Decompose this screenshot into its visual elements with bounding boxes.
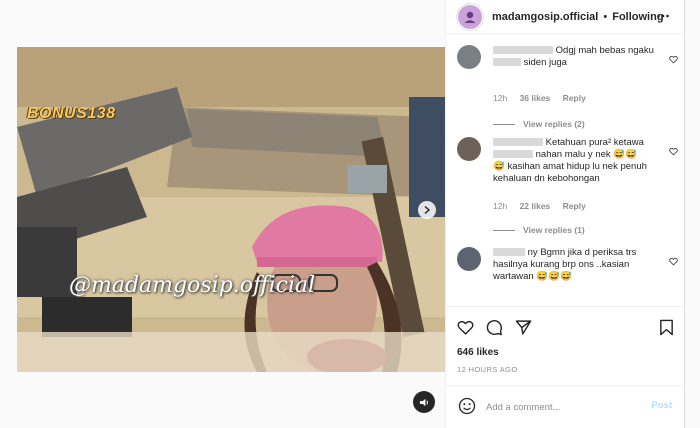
carousel-next-button[interactable] [418, 201, 436, 219]
video-frame [17, 47, 445, 372]
comment-button[interactable] [486, 319, 503, 341]
post-comment-button[interactable]: Post [651, 400, 672, 411]
header-separator: • [603, 10, 608, 23]
view-replies-button[interactable]: View replies (1) [493, 225, 585, 235]
replies-divider [493, 229, 515, 231]
commenter-avatar[interactable] [457, 45, 481, 69]
post-media[interactable]: BONUS138 @madamgosip.official [17, 47, 445, 372]
speaker-icon [419, 398, 428, 406]
media-footer-space [0, 372, 445, 428]
comment-text: ny Bgmn jika d periksa trs hasilnya kura… [493, 247, 663, 283]
comment-likes[interactable]: 22 likes [520, 201, 551, 211]
comment-text: Ketahuan pura² ketawa nahan malu y nek 😅… [493, 137, 663, 185]
comment-text: Odgj mah bebas ngaku siden juga [493, 45, 663, 69]
profile-logo-icon [464, 11, 476, 23]
redacted-username [493, 138, 543, 147]
save-post-button[interactable] [659, 319, 674, 341]
comments-list[interactable]: Odgj mah bebas ngaku siden juga 12h 36 l… [446, 35, 684, 305]
reply-button[interactable]: Reply [563, 93, 586, 103]
comment-meta: 12h 36 likes Reply [493, 93, 596, 103]
post-viewer: BONUS138 @madamgosip.official madamgosip… [0, 0, 700, 428]
bookmark-icon [660, 319, 673, 336]
heart-icon [669, 257, 678, 266]
more-horizontal-icon [657, 14, 669, 18]
comment-text-line-1: Odgj mah bebas ngaku [555, 45, 654, 56]
comment-bubble-icon [486, 319, 503, 336]
commenter-avatar[interactable] [457, 247, 481, 271]
comment-text-line-2: nahan malu y nek 😅😅 [535, 149, 637, 160]
like-comment-button[interactable] [669, 253, 678, 271]
emoji-picker-button[interactable] [458, 397, 476, 420]
like-comment-button[interactable] [669, 51, 678, 69]
avatar [458, 4, 482, 29]
post-header: madamgosip.official • Following [446, 0, 684, 34]
chevron-right-icon [424, 205, 431, 215]
comment-text-line-3: 😅 kasihan amat hidup lu nek penuh kehalu… [493, 161, 647, 184]
view-replies-button[interactable]: View replies (2) [493, 119, 585, 129]
comment-meta: 12h 22 likes Reply [493, 201, 596, 211]
redacted-text [493, 58, 521, 67]
redacted-username [493, 248, 525, 257]
comment-time: 12h [493, 201, 508, 211]
comment-time: 12h [493, 93, 508, 103]
comment-text-line-1: Ketahuan pura² ketawa [545, 137, 644, 148]
likes-count[interactable]: 646 likes [457, 347, 499, 358]
view-replies-label: View replies (2) [523, 119, 585, 129]
reply-button[interactable]: Reply [563, 201, 586, 211]
heart-icon [669, 55, 678, 64]
comment-likes[interactable]: 36 likes [520, 93, 551, 103]
author-avatar[interactable] [456, 2, 484, 31]
post-timestamp[interactable]: 12 HOURS AGO [457, 365, 518, 374]
view-replies-label: View replies (1) [523, 225, 585, 235]
media-watermark: @madamgosip.official [69, 273, 316, 298]
audio-toggle-button[interactable] [413, 391, 435, 413]
comment-composer: Post [446, 385, 684, 427]
replies-divider [493, 123, 515, 125]
heart-icon [457, 320, 474, 335]
redacted-text [493, 150, 533, 159]
commenter-avatar[interactable] [457, 137, 481, 161]
redacted-username [493, 46, 553, 55]
add-comment-input[interactable] [486, 398, 636, 416]
emoji-icon [458, 397, 476, 415]
post-actions [446, 306, 684, 346]
bonus-badge: BONUS138 [27, 105, 116, 122]
heart-icon [669, 147, 678, 156]
share-button[interactable] [515, 319, 532, 341]
author-username[interactable]: madamgosip.official [492, 11, 598, 23]
like-button[interactable] [457, 319, 474, 341]
comment-text-line-2: siden juga [523, 57, 567, 68]
post-sidebar: madamgosip.official • Following Odgj mah… [445, 0, 685, 428]
more-options-button[interactable] [656, 9, 670, 26]
like-comment-button[interactable] [669, 143, 678, 161]
paper-plane-icon [515, 320, 532, 335]
